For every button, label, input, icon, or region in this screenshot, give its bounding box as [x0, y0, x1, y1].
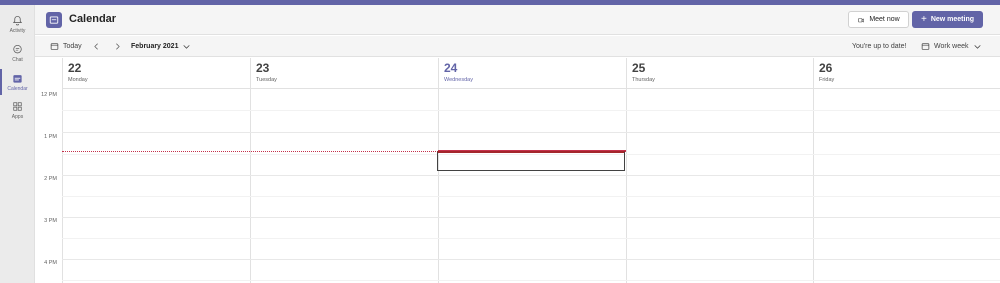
chevron-left-icon	[94, 43, 98, 50]
day-header-friday[interactable]: 26 Friday	[813, 58, 1000, 89]
column-divider	[813, 89, 814, 283]
hour-line	[62, 175, 1000, 176]
previous-week-button[interactable]	[92, 36, 101, 57]
column-divider	[626, 89, 627, 283]
view-switcher[interactable]: Work week	[921, 36, 982, 57]
bell-icon	[12, 15, 23, 25]
time-label: 4 PM	[44, 260, 57, 266]
calendar-app-icon	[46, 12, 62, 28]
time-label: 12 PM	[41, 92, 57, 98]
day-number: 26	[819, 61, 833, 75]
time-label: 2 PM	[44, 176, 57, 182]
chevron-right-icon	[116, 43, 120, 50]
calendar-main: Calendar Meet now + New meeting Today Fe…	[35, 5, 1000, 283]
hour-line	[62, 217, 1000, 218]
half-hour-line	[62, 238, 1000, 239]
rail-label-chat: Chat	[12, 56, 23, 63]
day-header-monday[interactable]: 22 Monday	[62, 58, 250, 89]
sync-status: You're up to date!	[852, 36, 906, 57]
day-number: 23	[256, 61, 270, 75]
next-week-button[interactable]	[113, 36, 122, 57]
rail-label-apps: Apps	[11, 113, 24, 120]
half-hour-line	[62, 196, 1000, 197]
day-header-tuesday[interactable]: 23 Tuesday	[250, 58, 438, 89]
new-meeting-label: New meeting	[930, 16, 975, 23]
column-divider	[250, 89, 251, 283]
view-label: Work week	[934, 43, 969, 50]
day-header-wednesday[interactable]: 24 Wednesday	[438, 58, 626, 89]
current-time-indicator	[62, 151, 438, 152]
half-hour-line	[62, 280, 1000, 281]
month-label: February 2021	[131, 43, 179, 50]
meet-now-button[interactable]: Meet now	[848, 11, 909, 28]
hour-line	[62, 132, 1000, 133]
app-rail: Activity Chat Calendar Apps	[0, 5, 35, 283]
new-meeting-button[interactable]: + New meeting	[912, 11, 983, 28]
meet-now-label: Meet now	[869, 16, 900, 23]
today-label: Today	[63, 43, 82, 50]
apps-icon	[13, 101, 22, 111]
half-hour-line	[62, 110, 1000, 111]
chat-icon	[13, 44, 22, 53]
page-title: Calendar	[69, 13, 117, 25]
day-header-thursday[interactable]: 25 Thursday	[626, 58, 813, 89]
day-name: Friday	[819, 77, 835, 83]
camera-icon	[858, 17, 865, 23]
column-divider	[438, 89, 439, 283]
calendar-header: Calendar Meet now + New meeting	[35, 5, 1000, 35]
selected-time-slot[interactable]	[437, 151, 625, 171]
time-label: 1 PM	[44, 134, 57, 140]
day-name: Wednesday	[444, 77, 473, 83]
rail-item-apps[interactable]: Apps	[0, 93, 35, 127]
hour-line	[62, 259, 1000, 260]
day-number: 24	[444, 61, 458, 75]
week-grid: 22 Monday 23 Tuesday 24 Wednesday 25 Thu…	[35, 58, 1000, 283]
day-name: Thursday	[632, 77, 655, 83]
day-name: Monday	[68, 77, 88, 83]
calendar-toolbar: Today February 2021 You're up to date! W…	[35, 36, 1000, 57]
rail-label-activity: Activity	[9, 27, 26, 34]
month-picker[interactable]: February 2021	[131, 36, 191, 57]
sync-status-text: You're up to date!	[852, 43, 907, 50]
today-button[interactable]: Today	[50, 36, 82, 57]
time-label: 3 PM	[44, 218, 57, 224]
calendar-view-icon	[921, 43, 930, 50]
day-number: 22	[68, 61, 82, 75]
day-number: 25	[632, 61, 646, 75]
rail-label-calendar: Calendar	[7, 85, 28, 92]
chevron-down-icon	[973, 45, 981, 49]
chevron-down-icon	[183, 45, 191, 49]
calendar-today-icon	[50, 43, 59, 50]
calendar-icon	[13, 74, 22, 83]
column-divider	[62, 89, 63, 283]
plus-icon: +	[920, 14, 927, 25]
day-name: Tuesday	[256, 77, 277, 83]
